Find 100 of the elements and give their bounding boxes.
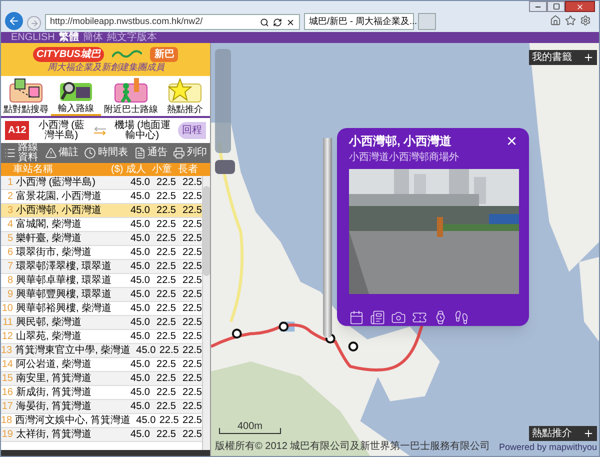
table-cell-text: 45.0	[130, 218, 150, 232]
row-number: 18	[1, 414, 12, 428]
language-link[interactable]: 簡体	[82, 32, 103, 42]
row-number: 10	[1, 302, 13, 316]
row-number: 19	[1, 428, 13, 442]
table-cell-text: 22.5	[156, 372, 176, 386]
maximize-button[interactable]	[547, 1, 565, 12]
route-origin: 小西灣 (藍灣半島)	[37, 120, 86, 140]
nav-tab[interactable]: 熱點推介	[160, 76, 210, 116]
table-cell-text: 45.0	[130, 316, 150, 330]
table-row[interactable]: 14 阿公岩道, 柴灣道 45.0 22.5 22.5	[1, 358, 202, 372]
table-row[interactable]: 18 西灣河文娛中心, 筲箕灣道 45.0 22.5 22.5	[1, 414, 202, 428]
table-cell-text: 22.5	[182, 358, 202, 372]
return-button[interactable]: 回程	[178, 122, 206, 139]
language-link[interactable]: ENGLISH	[11, 32, 55, 42]
table-row[interactable]: 8 興華邨卓華樓, 環翠道 45.0 22.5 22.5	[1, 274, 202, 288]
table-row[interactable]: 6 環翠街市, 柴灣道 45.0 22.5 22.5	[1, 246, 202, 260]
table-cell-text: 45.0	[130, 386, 150, 400]
table-row[interactable]: 5 樂軒臺, 柴灣道 45.0 22.5 22.5	[1, 232, 202, 246]
table-row[interactable]: 12 山翠苑, 柴灣道 45.0 22.5 22.5	[1, 330, 202, 344]
stop-name: 興華邨卓華樓, 環翠道	[16, 274, 113, 288]
stop-name: 富城閣, 柴灣道	[16, 218, 83, 232]
language-link[interactable]: 繁體	[58, 32, 79, 42]
address-text: http://mobileapp.nwstbus.com.hk/nw2/	[50, 15, 204, 28]
nav-tab[interactable]: 輸入路線	[51, 76, 100, 116]
toolbar-button[interactable]: 通告	[134, 147, 168, 159]
stop-icon[interactable]	[286, 18, 295, 26]
stop-name: 筲箕灣東官立中學, 柴灣道	[15, 344, 131, 358]
stop-name: 太祥街, 筲箕灣道	[16, 428, 93, 442]
row-number: 16	[1, 386, 13, 400]
map-icon	[9, 78, 43, 104]
row-number: 13	[1, 344, 12, 358]
table-row[interactable]: 17 海晏街, 筲箕灣道 45.0 22.5 22.5	[1, 400, 202, 414]
row-number: 3	[6, 204, 13, 218]
back-button[interactable]	[5, 12, 23, 30]
stop-name: 小西灣邨, 小西灣道	[16, 204, 103, 218]
home-icon[interactable]	[550, 15, 561, 26]
table-cell-text: 22.5	[156, 358, 176, 372]
stop-name: 樂軒臺, 柴灣道	[16, 232, 83, 246]
row-number: 6	[6, 246, 13, 260]
table-cell-text: 45.0	[130, 358, 150, 372]
table-row[interactable]: 15 南安里, 筲箕灣道 45.0 22.5 22.5	[1, 372, 202, 386]
row-number: 11	[2, 316, 13, 330]
table-cell-text: 22.5	[182, 274, 202, 288]
table-row[interactable]: 19 太祥街, 筲箕灣道 45.0 22.5 22.5	[1, 428, 202, 442]
table-cell-text: 22.5	[182, 190, 202, 204]
column-header: 小童	[151, 162, 172, 177]
language-link[interactable]: 純文字版本	[106, 32, 157, 42]
table-cell-text: 22.5	[158, 344, 179, 358]
stop-name: 小西灣 (藍灣半島)	[16, 176, 96, 190]
settings-icon[interactable]	[580, 15, 591, 26]
table-cell-text: 22.5	[182, 372, 202, 386]
table-row[interactable]: 4 富城閣, 柴灣道 45.0 22.5 22.5	[1, 218, 202, 232]
address-bar[interactable]: http://mobileapp.nwstbus.com.hk/nw2/	[45, 14, 300, 30]
direction-arrows-icon	[93, 126, 108, 136]
toolbar-button[interactable]: 時間表	[84, 147, 128, 159]
table-row[interactable]: 11 興民邨, 柴灣道 45.0 22.5 22.5	[1, 316, 202, 330]
printer-icon	[173, 147, 185, 159]
close-button[interactable]	[565, 1, 595, 12]
browser-tab[interactable]: 城巴/新巴 - 周大福企業及...	[304, 13, 414, 30]
minimize-button[interactable]	[529, 1, 547, 12]
table-cell-text: 45.0	[130, 288, 150, 302]
table-cell-text: 22.5	[182, 386, 202, 400]
tagline: 周大福企業及新創建集團成員	[47, 63, 164, 72]
table-row[interactable]: 1 小西灣 (藍灣半島) 45.0 22.5 22.5	[1, 176, 202, 190]
row-number: 7	[6, 260, 13, 274]
table-cell-text: 22.5	[182, 260, 202, 274]
table-row[interactable]: 7 環翠邨澤翠樓, 環翠道 45.0 22.5 22.5	[1, 260, 202, 274]
table-cell-text: 22.5	[156, 274, 176, 288]
scrollbar[interactable]	[202, 176, 210, 450]
table-row[interactable]: 9 興華邨豐興樓, 環翠道 45.0 22.5 22.5	[1, 288, 202, 302]
stop-name: 環翠街市, 柴灣道	[16, 246, 93, 260]
table-cell-text: 22.5	[156, 386, 176, 400]
favorites-icon[interactable]	[565, 15, 576, 26]
nav-tab[interactable]: 點對點搜尋	[1, 76, 51, 116]
toolbar-button[interactable]: 備註	[44, 147, 78, 159]
table-row[interactable]: 13 筲箕灣東官立中學, 柴灣道 45.0 22.5 22.5	[1, 344, 202, 358]
table-cell-text: 45.0	[130, 400, 150, 414]
refresh-icon[interactable]	[273, 18, 282, 26]
table-row[interactable]: 3 小西灣邨, 小西灣道 45.0 22.5 22.5	[1, 204, 202, 218]
walking-person-icon	[114, 78, 148, 104]
table-row[interactable]: 2 富景花園, 小西灣道 45.0 22.5 22.5	[1, 190, 202, 204]
table-row[interactable]: 16 新成街, 筲箕灣道 45.0 22.5 22.5	[1, 386, 202, 400]
maximize-icon	[552, 3, 560, 10]
warning-icon	[44, 147, 56, 159]
table-cell-text: 22.5	[158, 414, 179, 428]
nav-tab[interactable]: 附近巴士路線	[100, 76, 160, 116]
table-cell-text: 45.0	[130, 204, 150, 218]
table-cell-text: 22.5	[182, 428, 202, 442]
table-row[interactable]: 10 興華邨裕興樓, 柴灣道 45.0 22.5 22.5	[1, 302, 202, 316]
stop-name: 興民邨, 柴灣道	[16, 316, 83, 330]
column-header: 車站名稱	[12, 162, 54, 176]
table-cell-text: 45.0	[130, 246, 150, 260]
row-number: 9	[6, 288, 13, 302]
table-cell-text: 45.0	[130, 176, 150, 190]
table-cell-text: 22.5	[156, 190, 176, 204]
close-icon	[576, 2, 584, 10]
wave-logo-icon	[112, 49, 142, 59]
table-cell-text: 22.5	[182, 414, 202, 428]
toolbar-button[interactable]: 列印	[173, 147, 207, 159]
